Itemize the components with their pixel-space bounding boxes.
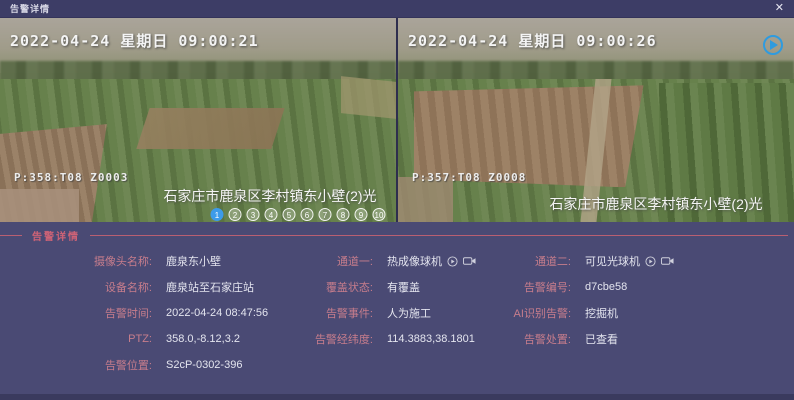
detail-column-2: 通道一: 热成像球机 覆盖状态: 有覆盖	[295, 248, 505, 352]
ptz-osd-overlay: P:357:T08 Z0008	[412, 171, 526, 184]
field-value: 有覆盖	[387, 279, 420, 295]
field-label: 告警编号:	[495, 279, 571, 295]
video-feeds: 2022-04-24 星期日 09:00:21 P:358:T08 Z0003 …	[0, 18, 794, 222]
video-camera-icon[interactable]	[661, 256, 674, 266]
field-label: 通道一:	[295, 253, 373, 269]
field-value: 鹿泉站至石家庄站	[166, 279, 254, 295]
timestamp-overlay: 2022-04-24 星期日 09:00:21	[10, 30, 259, 51]
field-value: 热成像球机	[387, 253, 442, 269]
page-dot-7[interactable]: 7	[319, 208, 332, 221]
detail-column-3: 通道二: 可见光球机 告警编号: d7cbe58	[495, 248, 755, 352]
field-value: 挖掘机	[585, 305, 618, 321]
dirt-patch	[0, 189, 79, 222]
field-label: 覆盖状态:	[295, 279, 373, 295]
dirt-patch	[341, 76, 396, 119]
window-title: 告警详情	[10, 2, 50, 15]
field-label: 设备名称:	[0, 279, 152, 295]
alarm-detail-panel: 告警详情 摄像头名称: 鹿泉东小壁 设备名称: 鹿泉站至石家庄站 告警时间: 2…	[0, 222, 794, 394]
field-label: 摄像头名称:	[0, 253, 152, 269]
field-camera-name: 摄像头名称: 鹿泉东小壁	[0, 248, 300, 274]
field-channel-2: 通道二: 可见光球机	[495, 248, 755, 274]
page-dot-3[interactable]: 3	[247, 208, 260, 221]
page-dot-8[interactable]: 8	[337, 208, 350, 221]
field-value: 已查看	[585, 331, 618, 347]
detail-column-1: 摄像头名称: 鹿泉东小壁 设备名称: 鹿泉站至石家庄站 告警时间: 2022-0…	[0, 248, 300, 378]
field-channel-1: 通道一: 热成像球机	[295, 248, 505, 274]
field-ai-recognized-alarm: AI识别告警: 挖掘机	[495, 300, 755, 326]
camera-location-caption: 石家庄市鹿泉区李村镇东小壁(2)光	[163, 186, 376, 206]
play-icon[interactable]	[447, 256, 458, 267]
field-value: 358.0,-8.12,3.2	[166, 333, 240, 345]
field-alarm-id: 告警编号: d7cbe58	[495, 274, 755, 300]
divider-line	[0, 235, 22, 236]
page-dot-1[interactable]: 1	[211, 208, 224, 221]
field-ptz: PTZ: 358.0,-8.12,3.2	[0, 326, 300, 352]
page-dot-5[interactable]: 5	[283, 208, 296, 221]
field-value: 2022-04-24 08:47:56	[166, 307, 268, 319]
dirt-patch	[136, 108, 284, 149]
field-value: d7cbe58	[585, 281, 627, 293]
ptz-navigate-icon[interactable]	[762, 34, 784, 61]
field-alarm-handling: 告警处置: 已查看	[495, 326, 755, 352]
alarm-detail-window: 告警详情 ✕ 2022-04-24 星期日 09:00:21 P:358:T08…	[0, 0, 794, 400]
field-alarm-position: 告警位置: S2cP-0302-396	[0, 352, 300, 378]
field-value: S2cP-0302-396	[166, 359, 242, 371]
field-label: 告警位置:	[0, 357, 152, 373]
section-title: 告警详情	[32, 228, 80, 243]
page-dot-9[interactable]: 9	[355, 208, 368, 221]
field-label: 告警处置:	[495, 331, 571, 347]
field-value: 鹿泉东小壁	[166, 253, 221, 269]
field-label: 告警事件:	[295, 305, 373, 321]
field-device-name: 设备名称: 鹿泉站至石家庄站	[0, 274, 300, 300]
play-icon[interactable]	[645, 256, 656, 267]
field-label: PTZ:	[0, 333, 152, 345]
page-dot-10[interactable]: 10	[373, 208, 386, 221]
field-value: 114.3883,38.1801	[387, 333, 475, 345]
field-label: 通道二:	[495, 253, 571, 269]
field-label: 告警时间:	[0, 305, 152, 321]
titlebar: 告警详情 ✕	[0, 0, 794, 18]
video-feed-right[interactable]: 2022-04-24 星期日 09:00:26 P:357:T08 Z0008 …	[398, 18, 794, 222]
timestamp-overlay: 2022-04-24 星期日 09:00:26	[408, 30, 657, 51]
section-header: 告警详情	[0, 228, 794, 242]
close-icon[interactable]: ✕	[775, 3, 784, 14]
camera-location-caption: 石家庄市鹿泉区李村镇东小壁(2)光	[549, 194, 762, 214]
field-alarm-event: 告警事件: 人为施工	[295, 300, 505, 326]
field-label: 告警经纬度:	[295, 331, 373, 347]
page-dot-4[interactable]: 4	[265, 208, 278, 221]
preset-pagination: 1 2 3 4 5 6 7 8 9 10	[211, 208, 386, 221]
page-dot-2[interactable]: 2	[229, 208, 242, 221]
field-label: AI识别告警:	[495, 305, 571, 321]
divider-line	[90, 235, 788, 236]
field-coverage-status: 覆盖状态: 有覆盖	[295, 274, 505, 300]
ptz-osd-overlay: P:358:T08 Z0003	[14, 171, 128, 184]
footer-strip	[0, 394, 794, 400]
field-alarm-coordinates: 告警经纬度: 114.3883,38.1801	[295, 326, 505, 352]
video-feed-left[interactable]: 2022-04-24 星期日 09:00:21 P:358:T08 Z0003 …	[0, 18, 396, 222]
field-value: 可见光球机	[585, 253, 640, 269]
field-alarm-time: 告警时间: 2022-04-24 08:47:56	[0, 300, 300, 326]
video-camera-icon[interactable]	[463, 256, 476, 266]
page-dot-6[interactable]: 6	[301, 208, 314, 221]
alarm-event-link[interactable]: 人为施工	[387, 305, 431, 321]
